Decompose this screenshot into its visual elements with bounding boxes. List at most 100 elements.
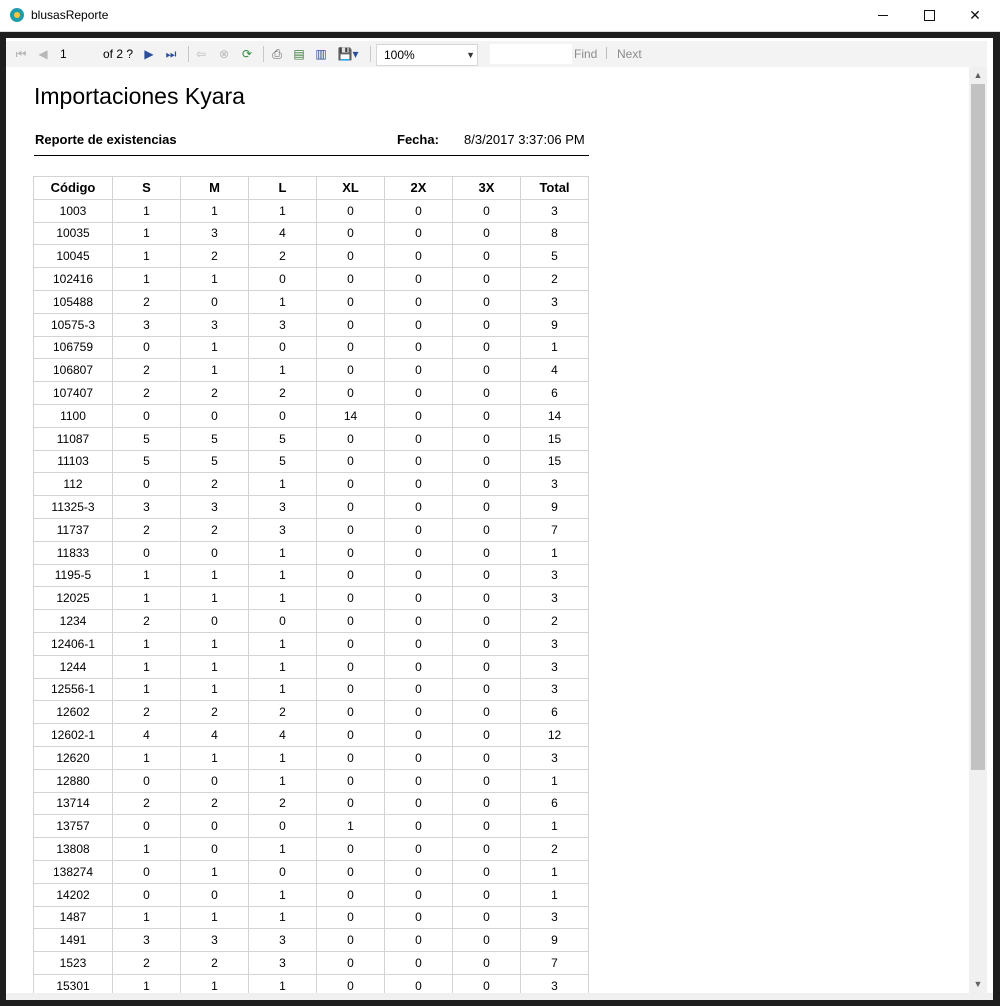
table-cell: 5: [112, 426, 181, 451]
table-cell: 1: [112, 267, 181, 291]
column-header: XL: [316, 176, 385, 200]
table-cell: 0: [452, 267, 521, 291]
find-next-button[interactable]: Next: [617, 47, 642, 61]
table-cell: 1: [248, 905, 317, 930]
next-page-icon[interactable]: ▶: [142, 45, 156, 63]
table-cell: 0: [316, 631, 385, 656]
table-cell: 0: [384, 745, 453, 770]
table-row: 10035 1 3 4 0 0 0 8: [33, 221, 589, 246]
table-cell: 2: [180, 951, 249, 975]
table-cell: 0: [248, 403, 317, 428]
table-row: 11103 5 5 5 0 0 0 15: [33, 449, 589, 474]
print-icon[interactable]: ⎙: [269, 45, 285, 63]
table-cell: 11087: [33, 426, 113, 451]
scroll-down-icon[interactable]: ▼: [969, 976, 987, 993]
table-cell: 0: [316, 358, 385, 383]
first-page-icon[interactable]: ⏮: [14, 45, 28, 63]
table-cell: 4: [248, 723, 317, 747]
app-icon: [10, 8, 24, 22]
table-row: 1003 1 1 1 0 0 0 3: [33, 198, 589, 223]
table-cell: 12: [520, 723, 589, 747]
find-input[interactable]: [490, 44, 572, 64]
previous-page-icon[interactable]: ◀: [36, 45, 50, 63]
find-button[interactable]: Find: [574, 47, 597, 61]
table-cell: 0: [248, 609, 317, 633]
table-cell: 0: [112, 814, 181, 839]
table-cell: 0: [384, 654, 453, 679]
table-cell: 1: [112, 837, 181, 861]
table-row: 14202 0 0 1 0 0 0 1: [33, 882, 589, 907]
table-header-row: Código S M L XL 2X 3X Total: [33, 176, 589, 200]
table-cell: 0: [316, 677, 385, 702]
table-cell: 0: [384, 244, 453, 269]
table-cell: 10575-3: [33, 312, 113, 337]
table-row: 13757 0 0 0 1 0 0 1: [33, 814, 589, 839]
table-cell: 0: [384, 198, 453, 223]
table-cell: 1491: [33, 928, 113, 953]
table-cell: 5: [180, 426, 249, 451]
close-button[interactable]: ✕: [952, 0, 998, 31]
back-icon[interactable]: ⇦: [194, 45, 208, 63]
table-cell: 0: [316, 654, 385, 679]
table-cell: 0: [384, 472, 453, 497]
table-cell: 4: [180, 723, 249, 747]
scrollbar-thumb[interactable]: [971, 84, 985, 770]
table-cell: 0: [452, 723, 521, 747]
table-cell: 2: [248, 791, 317, 816]
table-cell: 1: [112, 677, 181, 702]
table-cell: 0: [384, 540, 453, 565]
table-cell: 9: [520, 928, 589, 953]
print-layout-icon[interactable]: ▤: [291, 45, 307, 63]
table-row: 138274 0 1 0 0 0 0 1: [33, 859, 589, 884]
table-cell: 1: [248, 540, 317, 565]
page-setup-icon[interactable]: ▥: [313, 45, 329, 63]
table-cell: 1: [180, 677, 249, 702]
table-cell: 3: [520, 973, 589, 993]
window-title: blusasReporte: [31, 8, 109, 22]
maximize-button[interactable]: [906, 0, 952, 31]
table-cell: 13714: [33, 791, 113, 816]
table-cell: 0: [316, 312, 385, 337]
table-cell: 0: [384, 403, 453, 428]
table-row: 11325-3 3 3 3 0 0 0 9: [33, 495, 589, 519]
table-cell: 0: [316, 381, 385, 405]
refresh-icon[interactable]: ⟳: [239, 45, 255, 63]
table-cell: 0: [452, 472, 521, 497]
table-cell: 0: [452, 312, 521, 337]
last-page-icon[interactable]: ⏭: [164, 45, 178, 63]
table-cell: 0: [452, 335, 521, 360]
table-cell: 5: [180, 449, 249, 474]
table-cell: 3: [520, 198, 589, 223]
table-cell: 0: [112, 540, 181, 565]
table-row: 12620 1 1 1 0 0 0 3: [33, 745, 589, 770]
table-cell: 0: [112, 859, 181, 884]
scroll-up-icon[interactable]: ▲: [969, 67, 987, 84]
table-cell: 0: [316, 951, 385, 975]
table-cell: 9: [520, 495, 589, 519]
page-number-input[interactable]: [56, 45, 100, 62]
export-icon[interactable]: 💾▾: [336, 45, 360, 63]
table-cell: 2: [112, 791, 181, 816]
table-row: 10045 1 2 2 0 0 0 5: [33, 244, 589, 269]
table-cell: 0: [384, 495, 453, 519]
table-cell: 1: [180, 563, 249, 588]
table-cell: 0: [452, 221, 521, 246]
stop-icon[interactable]: ⊗: [216, 45, 232, 63]
table-cell: 0: [316, 221, 385, 246]
table-cell: 0: [452, 859, 521, 884]
table-cell: 11833: [33, 540, 113, 565]
table-row: 1491 3 3 3 0 0 0 9: [33, 928, 589, 953]
table-cell: 1100: [33, 403, 113, 428]
table-cell: 0: [452, 449, 521, 474]
table-cell: 2: [520, 609, 589, 633]
table-row: 1234 2 0 0 0 0 0 2: [33, 609, 589, 633]
table-cell: 0: [452, 700, 521, 725]
minimize-button[interactable]: [860, 0, 906, 31]
vertical-scrollbar[interactable]: ▲ ▼: [969, 67, 987, 993]
table-row: 1487 1 1 1 0 0 0 3: [33, 905, 589, 930]
table-row: 12602-1 4 4 4 0 0 0 12: [33, 723, 589, 747]
table-cell: 0: [384, 631, 453, 656]
table-cell: 0: [452, 654, 521, 679]
table-cell: 0: [452, 198, 521, 223]
zoom-select[interactable]: 100% ▼: [376, 44, 478, 66]
